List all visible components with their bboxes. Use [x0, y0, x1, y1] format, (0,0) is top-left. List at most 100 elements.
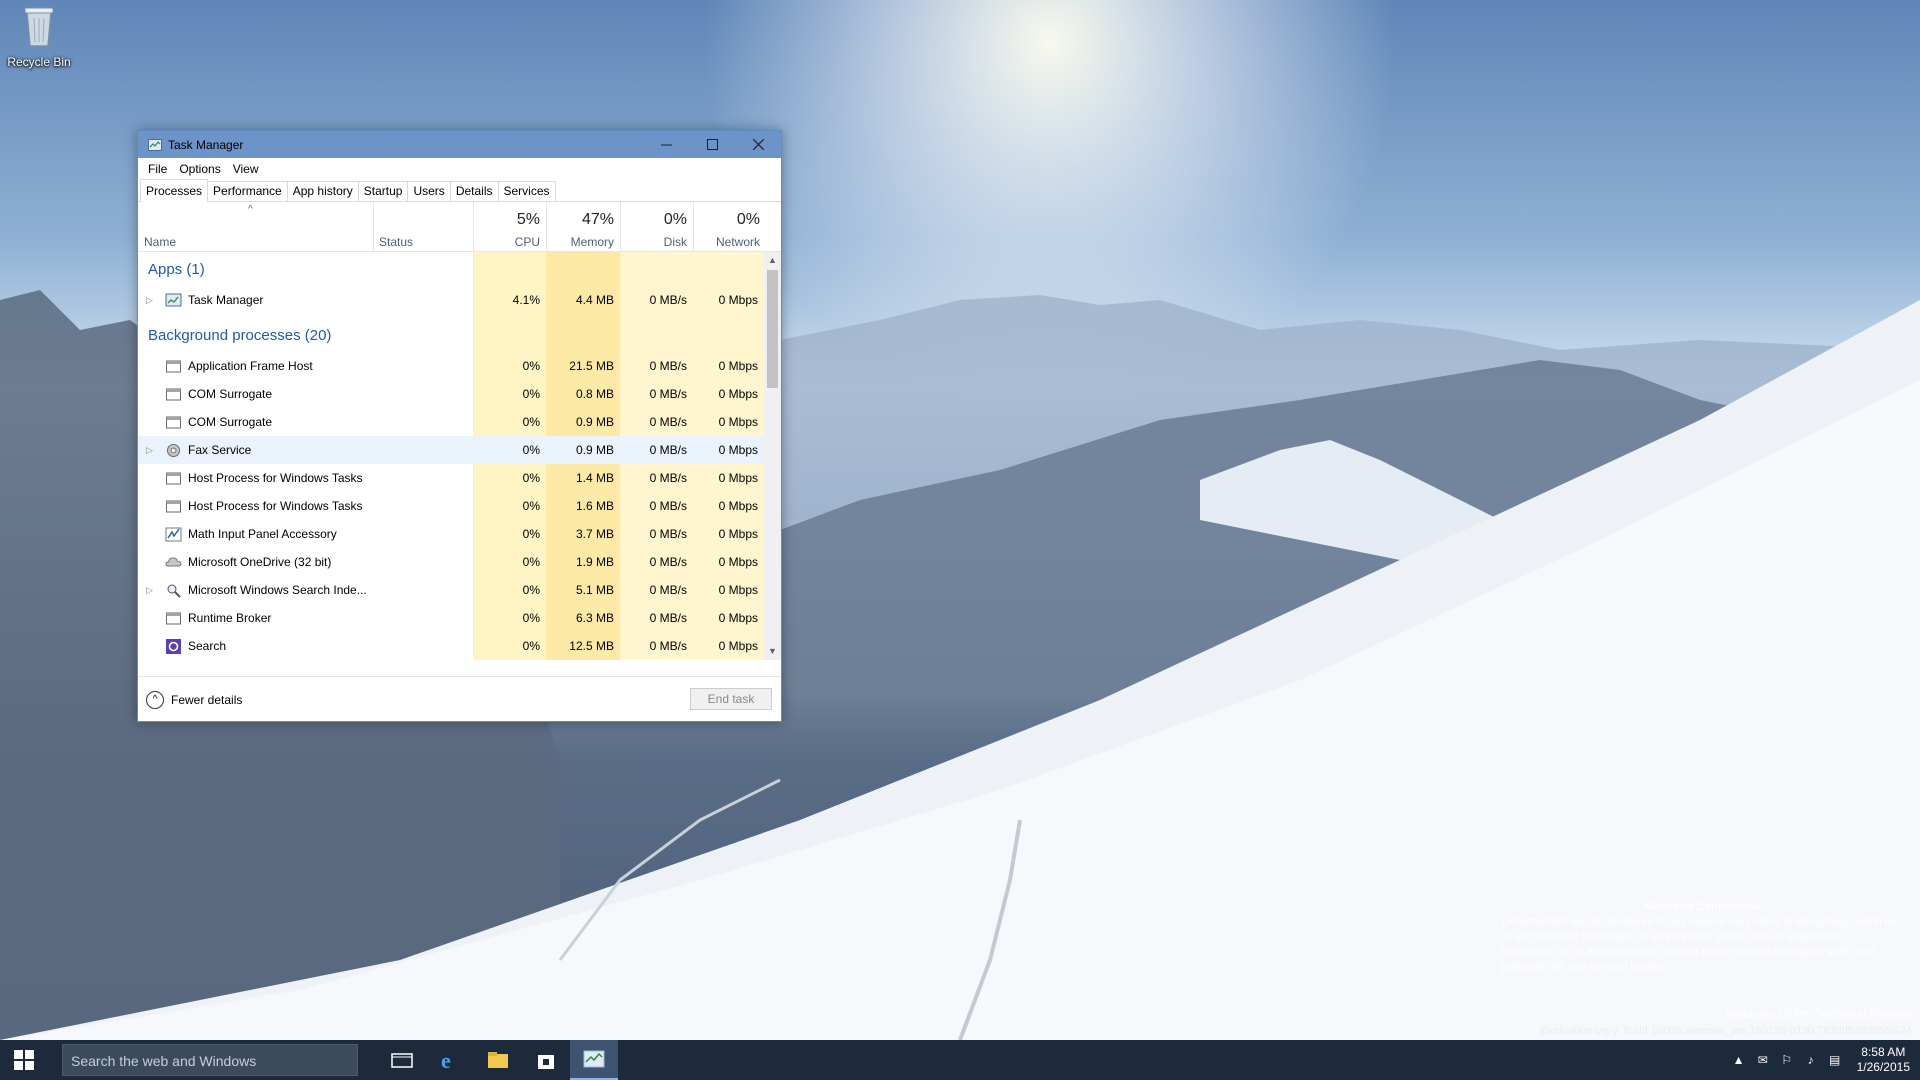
process-row[interactable]: Host Process for Windows Tasks 0% 1.4 MB 0 … — [138, 464, 764, 492]
math-input-icon — [165, 527, 182, 541]
tab-users[interactable]: Users — [407, 181, 451, 201]
task-manager-icon — [148, 138, 162, 151]
process-memory-cell: 12.5 MB — [569, 639, 614, 653]
process-row[interactable]: Microsoft OneDrive (32 bit) 0% 1.9 MB 0 MB/… — [138, 548, 764, 576]
store-icon — [538, 1055, 554, 1069]
process-network-cell: 0 Mbps — [718, 443, 758, 457]
task-manager-icon — [165, 293, 182, 306]
tab-startup[interactable]: Startup — [357, 181, 409, 201]
process-disk-cell: 0 MB/s — [649, 639, 687, 653]
process-row[interactable]: Runtime Broker 0% 6.3 MB 0 MB/s 0 Mbps — [138, 604, 764, 632]
process-name: Search — [188, 639, 227, 653]
process-disk-cell: 0 MB/s — [649, 443, 687, 457]
confidential-watermark: Microsoft Confidential Unauthorized use … — [1502, 900, 1902, 975]
start-button[interactable] — [0, 1040, 48, 1080]
process-name: COM Surrogate — [188, 387, 273, 401]
expand-chevron-icon[interactable]: ▷ — [146, 445, 156, 456]
cpu-total: 5% — [516, 211, 540, 228]
tab-details[interactable]: Details — [449, 181, 499, 201]
tab-strip: Processes Performance App history Startu… — [138, 179, 781, 202]
action-center-icon[interactable]: ✉ — [1751, 1053, 1775, 1067]
recycle-bin[interactable]: Recycle Bin — [4, 4, 74, 69]
minimize-icon — [660, 144, 672, 146]
show-hidden-icons-icon[interactable]: ▲ — [1727, 1053, 1751, 1067]
tab-performance[interactable]: Performance — [207, 181, 288, 201]
expand-chevron-icon[interactable]: ▷ — [146, 585, 156, 596]
store-button[interactable] — [522, 1040, 570, 1080]
menu-options[interactable]: Options — [173, 162, 226, 176]
minimize-button[interactable] — [643, 131, 689, 158]
tab-services[interactable]: Services — [497, 181, 556, 201]
taskbar-search-box[interactable]: Search the web and Windows — [62, 1044, 358, 1076]
process-network-cell: 0 Mbps — [718, 527, 758, 541]
process-row[interactable]: Application Frame Host 0% 21.5 MB 0 MB/s 0 M… — [138, 352, 764, 380]
task-manager-taskbar-button[interactable] — [570, 1040, 618, 1080]
end-task-button[interactable]: End task — [690, 688, 772, 710]
column-memory[interactable]: 47% Memory — [546, 202, 620, 252]
process-row[interactable]: Search 0% 12.5 MB 0 MB/s 0 Mbps — [138, 632, 764, 660]
process-network-cell: 0 Mbps — [718, 415, 758, 429]
process-network-cell: 0 Mbps — [718, 639, 758, 653]
column-name[interactable]: Name — [138, 202, 373, 252]
process-row[interactable]: COM Surrogate 0% 0.9 MB 0 MB/s 0 Mbps — [138, 408, 764, 436]
tab-processes[interactable]: Processes — [140, 179, 209, 202]
tab-app-history[interactable]: App history — [286, 181, 359, 201]
watermark-body: Unauthorized use or disclosure in any ma… — [1502, 916, 1897, 973]
taskbar: Search the web and Windows e ▲ ✉ ⚐ ♪ ▤ 8… — [0, 1040, 1920, 1080]
notifications-icon[interactable]: ▤ — [1823, 1053, 1847, 1067]
menu-file[interactable]: File — [142, 162, 173, 176]
process-cpu-cell: 0% — [522, 387, 540, 401]
process-row[interactable]: Host Process for Windows Tasks 0% 1.6 MB 0 … — [138, 492, 764, 520]
scrollbar-thumb[interactable] — [767, 270, 778, 388]
group-header[interactable]: Apps (1) — [138, 252, 764, 286]
app-window-icon — [166, 388, 181, 400]
disk-total: 0% — [663, 211, 687, 228]
volume-icon[interactable]: ♪ — [1799, 1053, 1823, 1067]
process-memory-cell: 21.5 MB — [569, 359, 614, 373]
expand-chevron-icon[interactable]: ▷ — [146, 295, 156, 306]
column-network[interactable]: 0% Network — [693, 202, 766, 252]
internet-explorer-icon: e — [441, 1049, 451, 1071]
process-memory-cell: 5.1 MB — [575, 583, 614, 597]
file-explorer-button[interactable] — [474, 1040, 522, 1080]
process-row[interactable]: Math Input Panel Accessory 0% 3.7 MB 0 MB/s… — [138, 520, 764, 548]
network-icon[interactable]: ⚐ — [1775, 1053, 1799, 1067]
build-text: Evaluation copy. Build 10005.winmain_prs… — [1540, 1025, 1912, 1037]
scroll-up-icon[interactable]: ▲ — [764, 252, 781, 269]
column-status[interactable]: Status — [373, 202, 473, 252]
group-header-label: Background processes (20) — [148, 326, 332, 344]
internet-explorer-button[interactable]: e — [426, 1040, 474, 1080]
service-gear-icon — [167, 443, 180, 457]
process-row[interactable]: COM Surrogate 0% 0.8 MB 0 MB/s 0 Mbps — [138, 380, 764, 408]
process-network-cell: 0 Mbps — [718, 583, 758, 597]
process-cpu-cell: 0% — [522, 443, 540, 457]
process-memory-cell: 3.7 MB — [575, 527, 614, 541]
task-manager-icon — [583, 1050, 605, 1068]
maximize-button[interactable] — [689, 131, 735, 158]
column-cpu[interactable]: 5% CPU — [473, 202, 546, 252]
title-bar[interactable]: Task Manager — [138, 131, 781, 158]
scroll-down-icon[interactable]: ▼ — [764, 643, 781, 660]
cpu-label: CPU — [514, 235, 540, 249]
process-memory-cell: 1.6 MB — [575, 499, 614, 513]
process-disk-cell: 0 MB/s — [649, 499, 687, 513]
column-disk[interactable]: 0% Disk — [620, 202, 693, 252]
group-header[interactable]: Background processes (20) — [138, 318, 764, 352]
system-tray: ▲ ✉ ⚐ ♪ ▤ 8:58 AM 1/26/2015 — [1727, 1040, 1920, 1080]
clock-date: 1/26/2015 — [1856, 1060, 1910, 1074]
close-button[interactable] — [735, 131, 781, 158]
cloud-icon — [165, 556, 182, 566]
process-name: COM Surrogate — [188, 415, 273, 429]
process-row[interactable]: ▷ Microsoft Windows Search Inde... 0% 5.1 M… — [138, 576, 764, 604]
window-title: Task Manager — [168, 137, 244, 152]
fewer-details-button[interactable]: ^ Fewer details — [146, 691, 242, 709]
process-row[interactable]: ▷ Task Manager 4.1% 4.4 MB 0 MB/s 0 Mbps — [138, 286, 764, 314]
clock[interactable]: 8:58 AM 1/26/2015 — [1847, 1045, 1920, 1075]
process-memory-cell: 0.9 MB — [575, 415, 614, 429]
menu-view[interactable]: View — [227, 162, 265, 176]
task-view-button[interactable] — [378, 1040, 426, 1080]
process-row[interactable]: ▷ Fax Service 0% 0.9 MB 0 MB/s 0 Mbps — [138, 436, 764, 464]
column-headers: ^ Name Status 5% CPU 47% Memory 0% Disk … — [138, 202, 781, 252]
vertical-scrollbar[interactable]: ▲ ▼ — [764, 252, 781, 660]
process-list[interactable]: Apps (1) ▷ Task Manager 4.1% 4.4 MB 0 MB/s 0 M… — [138, 252, 781, 660]
